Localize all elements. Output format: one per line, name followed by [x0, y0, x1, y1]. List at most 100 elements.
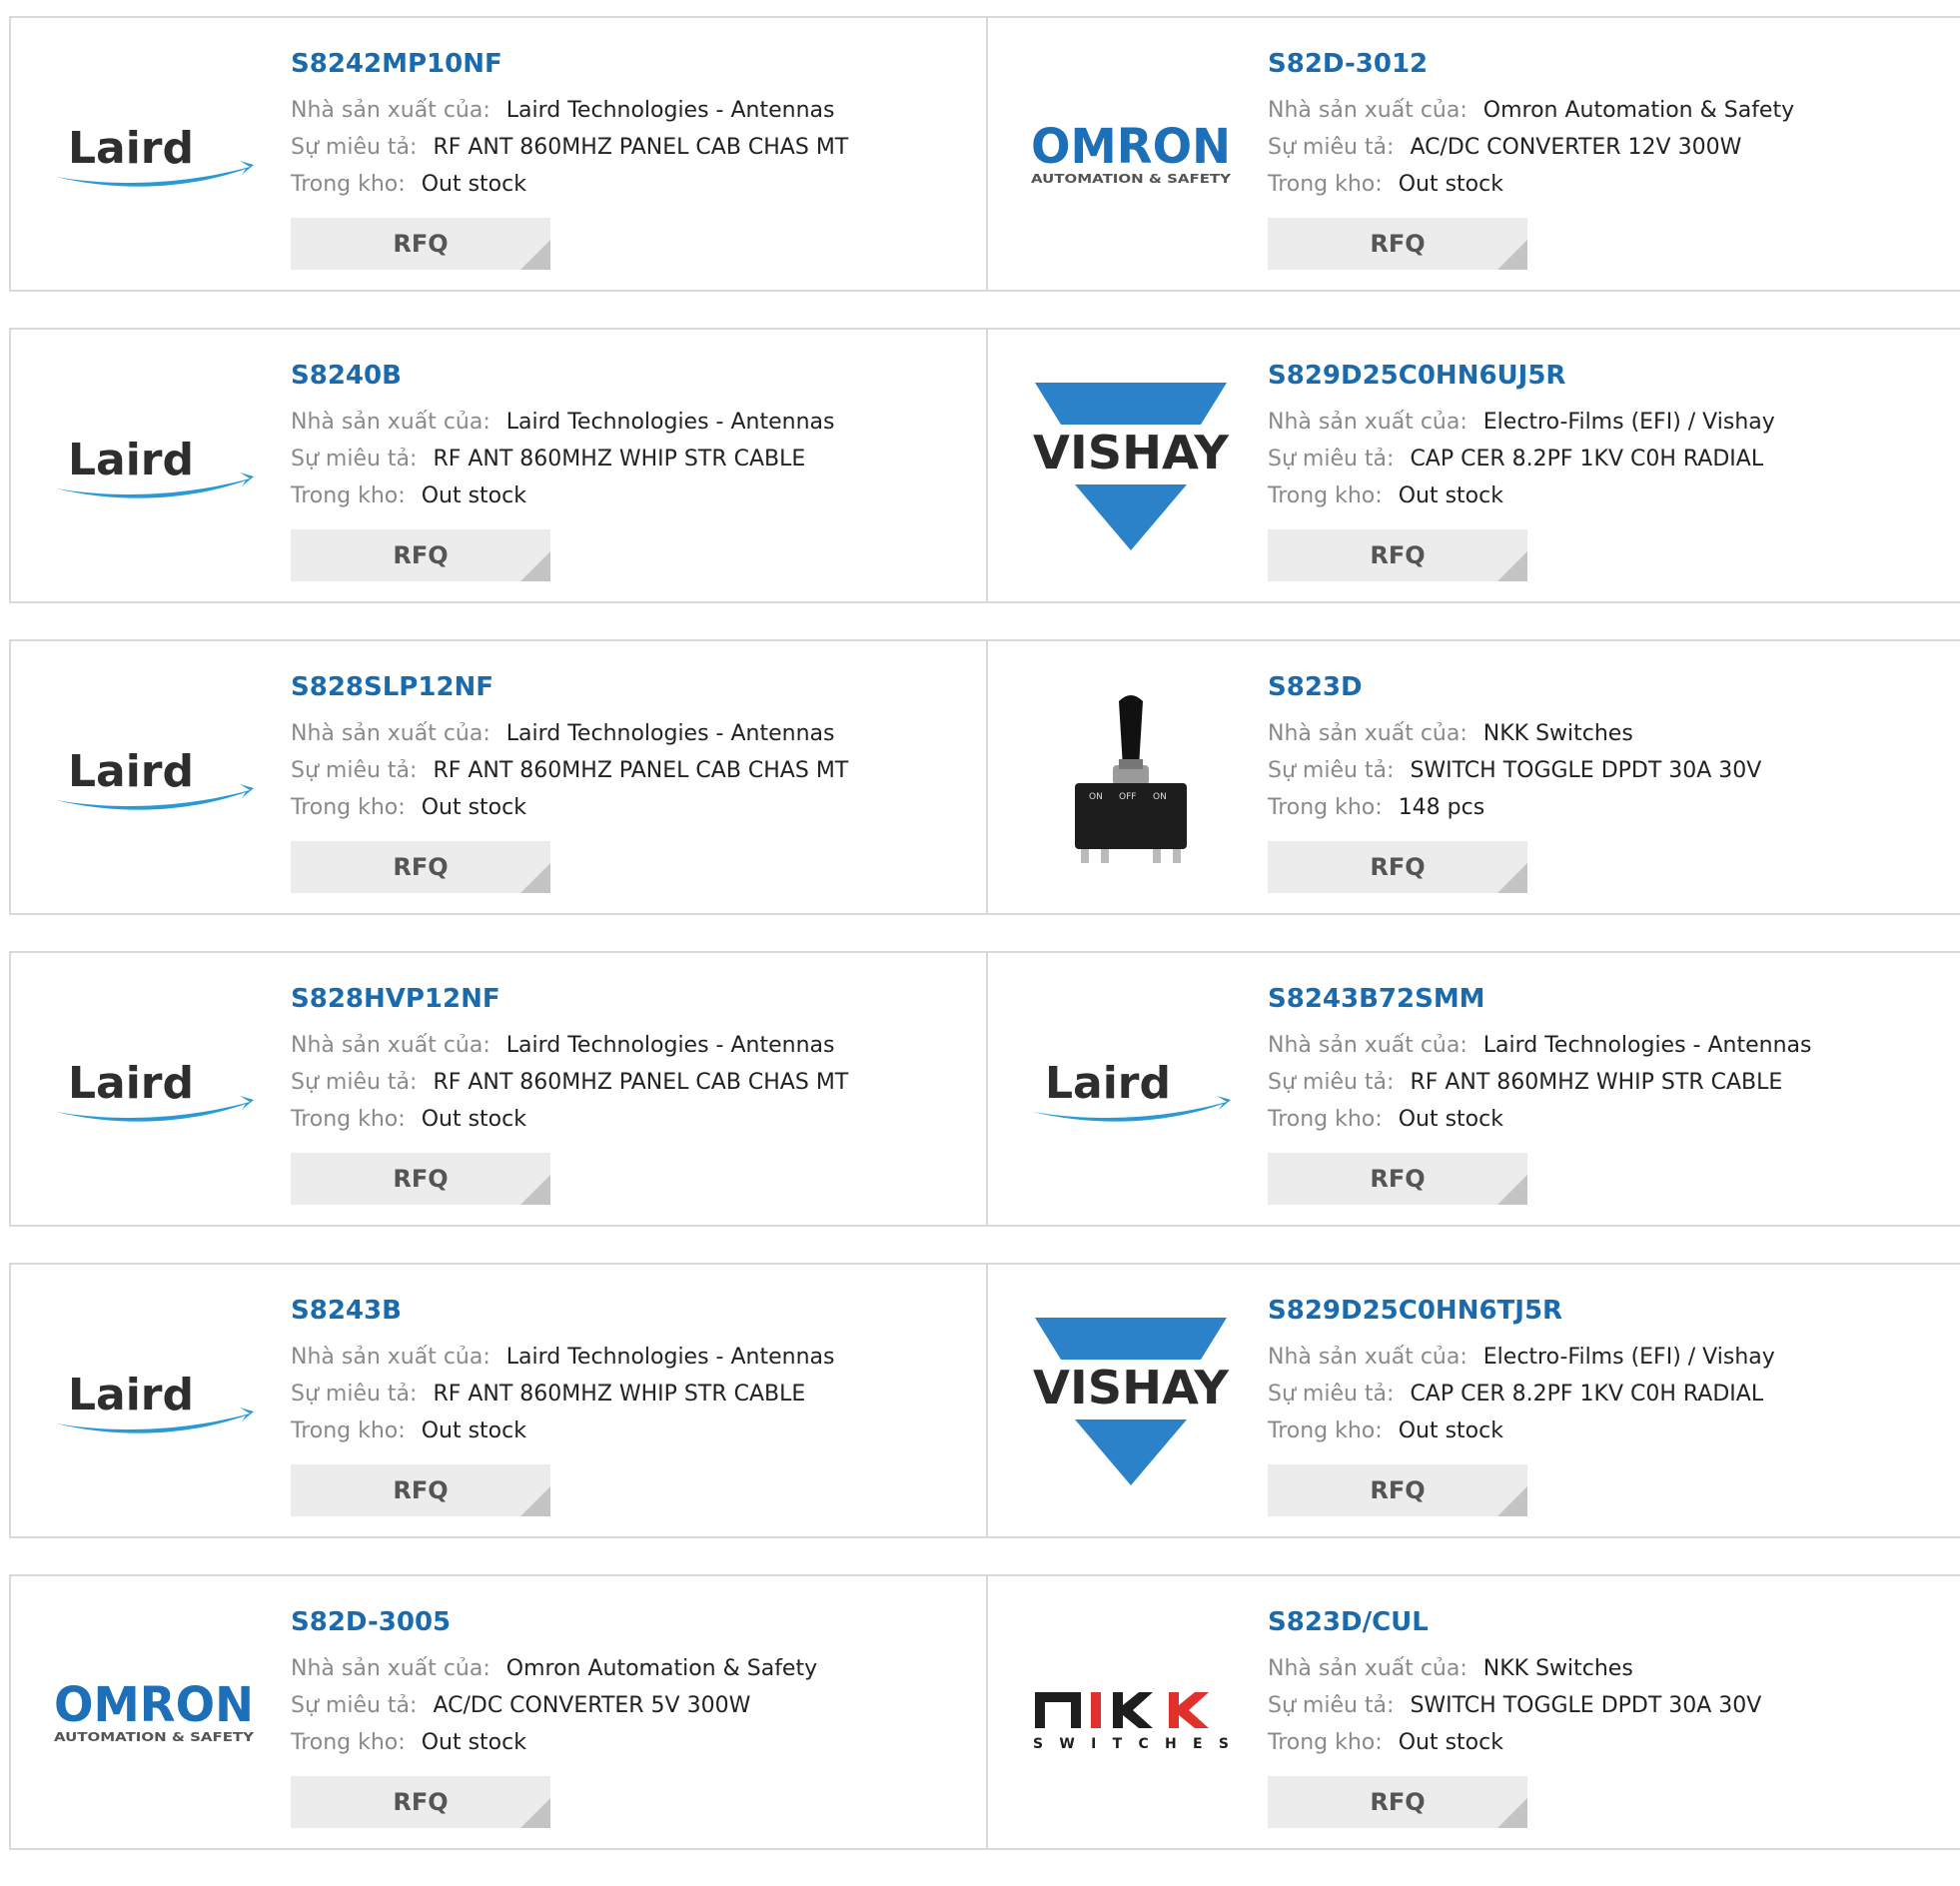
- vishay-logo-text: VISHAY: [1033, 1361, 1230, 1414]
- laird-logo-text: Laird: [68, 123, 194, 174]
- manufacturer-logo[interactable]: Laird: [49, 981, 259, 1201]
- product-grid: Laird S8242MP10NF Nhà sản xuất của: Laird …: [9, 16, 1960, 1886]
- stock-label: Trong kho:: [1268, 1107, 1383, 1132]
- part-number-link[interactable]: S823D: [1268, 671, 1761, 703]
- manufacturer-logo[interactable]: SWITCHES: [1026, 1604, 1236, 1824]
- manufacturer-value: Laird Technologies - Antennas: [505, 721, 835, 746]
- manufacturer-logo[interactable]: Laird: [49, 1293, 259, 1512]
- rfq-button[interactable]: RFQ: [1268, 1153, 1527, 1205]
- product-info: S829D25C0HN6TJ5R Nhà sản xuất của: Electro…: [1268, 1295, 1775, 1449]
- description-label: Sự miêu tả:: [291, 758, 418, 783]
- description-label: Sự miêu tả:: [1268, 1693, 1395, 1718]
- description-label: Sự miêu tả:: [291, 447, 418, 472]
- rfq-button[interactable]: RFQ: [1268, 1776, 1527, 1828]
- product-info: S82D-3005 Nhà sản xuất của: Omron Automati…: [291, 1606, 817, 1761]
- rfq-corner-decoration: [1497, 1798, 1527, 1828]
- laird-logo-text: Laird: [68, 1058, 194, 1109]
- product-info: S8240B Nhà sản xuất của: Laird Technologie…: [291, 360, 834, 514]
- product-card: ON OFF ON S823D Nhà sản xuất của: NKK Swit…: [986, 639, 1960, 915]
- part-number-link[interactable]: S823D/CUL: [1268, 1606, 1761, 1638]
- manufacturer-logo[interactable]: Laird: [49, 669, 259, 889]
- description-label: Sự miêu tả:: [1268, 758, 1395, 783]
- description-label: Sự miêu tả:: [1268, 1070, 1395, 1095]
- part-number-link[interactable]: S8242MP10NF: [291, 48, 848, 80]
- rfq-button[interactable]: RFQ: [1268, 529, 1527, 581]
- rfq-corner-decoration: [520, 1486, 550, 1516]
- omron-logo: OMRON AUTOMATION & SAFETY: [1031, 121, 1231, 186]
- manufacturer-value: Laird Technologies - Antennas: [505, 410, 835, 435]
- part-number-link[interactable]: S82D-3005: [291, 1606, 817, 1638]
- laird-logo-text: Laird: [68, 1370, 194, 1420]
- product-row: OMRON AUTOMATION & SAFETY S82D-3005 Nhà s…: [9, 1574, 1960, 1850]
- part-number-link[interactable]: S8243B: [291, 1295, 834, 1327]
- part-number-link[interactable]: S829D25C0HN6TJ5R: [1268, 1295, 1775, 1327]
- rfq-button[interactable]: RFQ: [291, 218, 550, 270]
- omron-logo-text: OMRON: [54, 1679, 254, 1733]
- manufacturer-line: Nhà sản xuất của: Omron Automation & Safe…: [1268, 92, 1794, 129]
- laird-logo: Laird: [56, 435, 254, 498]
- rfq-button[interactable]: RFQ: [291, 841, 550, 893]
- product-info: S82D-3012 Nhà sản xuất của: Omron Automati…: [1268, 48, 1794, 203]
- manufacturer-logo[interactable]: OMRON AUTOMATION & SAFETY: [49, 1604, 259, 1824]
- stock-value: Out stock: [421, 795, 526, 820]
- rfq-button[interactable]: RFQ: [291, 1153, 550, 1205]
- stock-line: Trong kho: Out stock: [291, 477, 834, 514]
- stock-value: Out stock: [1398, 1730, 1503, 1755]
- part-number-link[interactable]: S828SLP12NF: [291, 671, 848, 703]
- stock-line: Trong kho: Out stock: [291, 1101, 848, 1138]
- omron-logo-subtext: AUTOMATION & SAFETY: [1031, 172, 1231, 186]
- rfq-button[interactable]: RFQ: [1268, 1464, 1527, 1516]
- product-info: S823D Nhà sản xuất của: NKK Switches Sự miê…: [1268, 671, 1761, 826]
- manufacturer-label: Nhà sản xuất của:: [1268, 1033, 1468, 1058]
- stock-line: Trong kho: Out stock: [291, 789, 848, 826]
- manufacturer-logo[interactable]: VISHAY: [1026, 1293, 1236, 1512]
- manufacturer-logo[interactable]: OMRON AUTOMATION & SAFETY: [1026, 46, 1236, 266]
- product-info: S8242MP10NF Nhà sản xuất của: Laird Techno…: [291, 48, 848, 203]
- part-number-link[interactable]: S829D25C0HN6UJ5R: [1268, 360, 1775, 392]
- rfq-corner-decoration: [520, 1175, 550, 1205]
- manufacturer-line: Nhà sản xuất của: Laird Technologies - An…: [291, 715, 848, 752]
- part-number-link[interactable]: S8243B72SMM: [1268, 983, 1811, 1015]
- rfq-button[interactable]: RFQ: [1268, 841, 1527, 893]
- description-line: Sự miêu tả: AC/DC CONVERTER 12V 300W: [1268, 129, 1794, 166]
- rfq-button-label: RFQ: [1370, 853, 1426, 881]
- rfq-button[interactable]: RFQ: [291, 1464, 550, 1516]
- description-line: Sự miêu tả: RF ANT 860MHZ PANEL CAB CHAS …: [291, 1064, 848, 1101]
- product-info: S828SLP12NF Nhà sản xuất của: Laird Techno…: [291, 671, 848, 826]
- manufacturer-logo[interactable]: Laird: [49, 358, 259, 577]
- stock-value: Out stock: [421, 483, 526, 508]
- laird-logo: Laird: [56, 1058, 254, 1122]
- manufacturer-logo[interactable]: ON OFF ON: [1026, 669, 1236, 889]
- switch-off-label: OFF: [1119, 792, 1136, 802]
- stock-label: Trong kho:: [291, 1418, 406, 1443]
- stock-value: 148 pcs: [1398, 795, 1485, 820]
- rfq-corner-decoration: [1497, 1486, 1527, 1516]
- manufacturer-logo[interactable]: VISHAY: [1026, 358, 1236, 577]
- rfq-corner-decoration: [520, 240, 550, 270]
- stock-label: Trong kho:: [1268, 172, 1383, 197]
- stock-line: Trong kho: Out stock: [1268, 1724, 1761, 1761]
- rfq-button[interactable]: RFQ: [1268, 218, 1527, 270]
- manufacturer-value: Omron Automation & Safety: [1482, 98, 1795, 123]
- rfq-button-label: RFQ: [393, 541, 449, 569]
- rfq-button[interactable]: RFQ: [291, 1776, 550, 1828]
- part-number-link[interactable]: S8240B: [291, 360, 834, 392]
- product-card: VISHAY S829D25C0HN6TJ5R Nhà sản xuất của:…: [986, 1263, 1960, 1538]
- description-line: Sự miêu tả: SWITCH TOGGLE DPDT 30A 30V: [1268, 1687, 1761, 1724]
- stock-label: Trong kho:: [1268, 795, 1383, 820]
- description-label: Sự miêu tả:: [291, 1382, 418, 1407]
- part-number-link[interactable]: S82D-3012: [1268, 48, 1794, 80]
- description-label: Sự miêu tả:: [1268, 447, 1395, 472]
- description-line: Sự miêu tả: RF ANT 860MHZ WHIP STR CABLE: [1268, 1064, 1811, 1101]
- product-card: VISHAY S829D25C0HN6UJ5R Nhà sản xuất của:…: [986, 328, 1960, 603]
- stock-line: Trong kho: Out stock: [291, 166, 848, 203]
- rfq-button-label: RFQ: [393, 1788, 449, 1816]
- switch-on-label: ON: [1089, 792, 1103, 802]
- stock-value: Out stock: [421, 1730, 526, 1755]
- manufacturer-value: Omron Automation & Safety: [505, 1656, 818, 1681]
- part-number-link[interactable]: S828HVP12NF: [291, 983, 848, 1015]
- manufacturer-line: Nhà sản xuất của: Electro-Films (EFI) / V…: [1268, 404, 1775, 441]
- rfq-button[interactable]: RFQ: [291, 529, 550, 581]
- manufacturer-logo[interactable]: Laird: [1026, 981, 1236, 1201]
- manufacturer-logo[interactable]: Laird: [49, 46, 259, 266]
